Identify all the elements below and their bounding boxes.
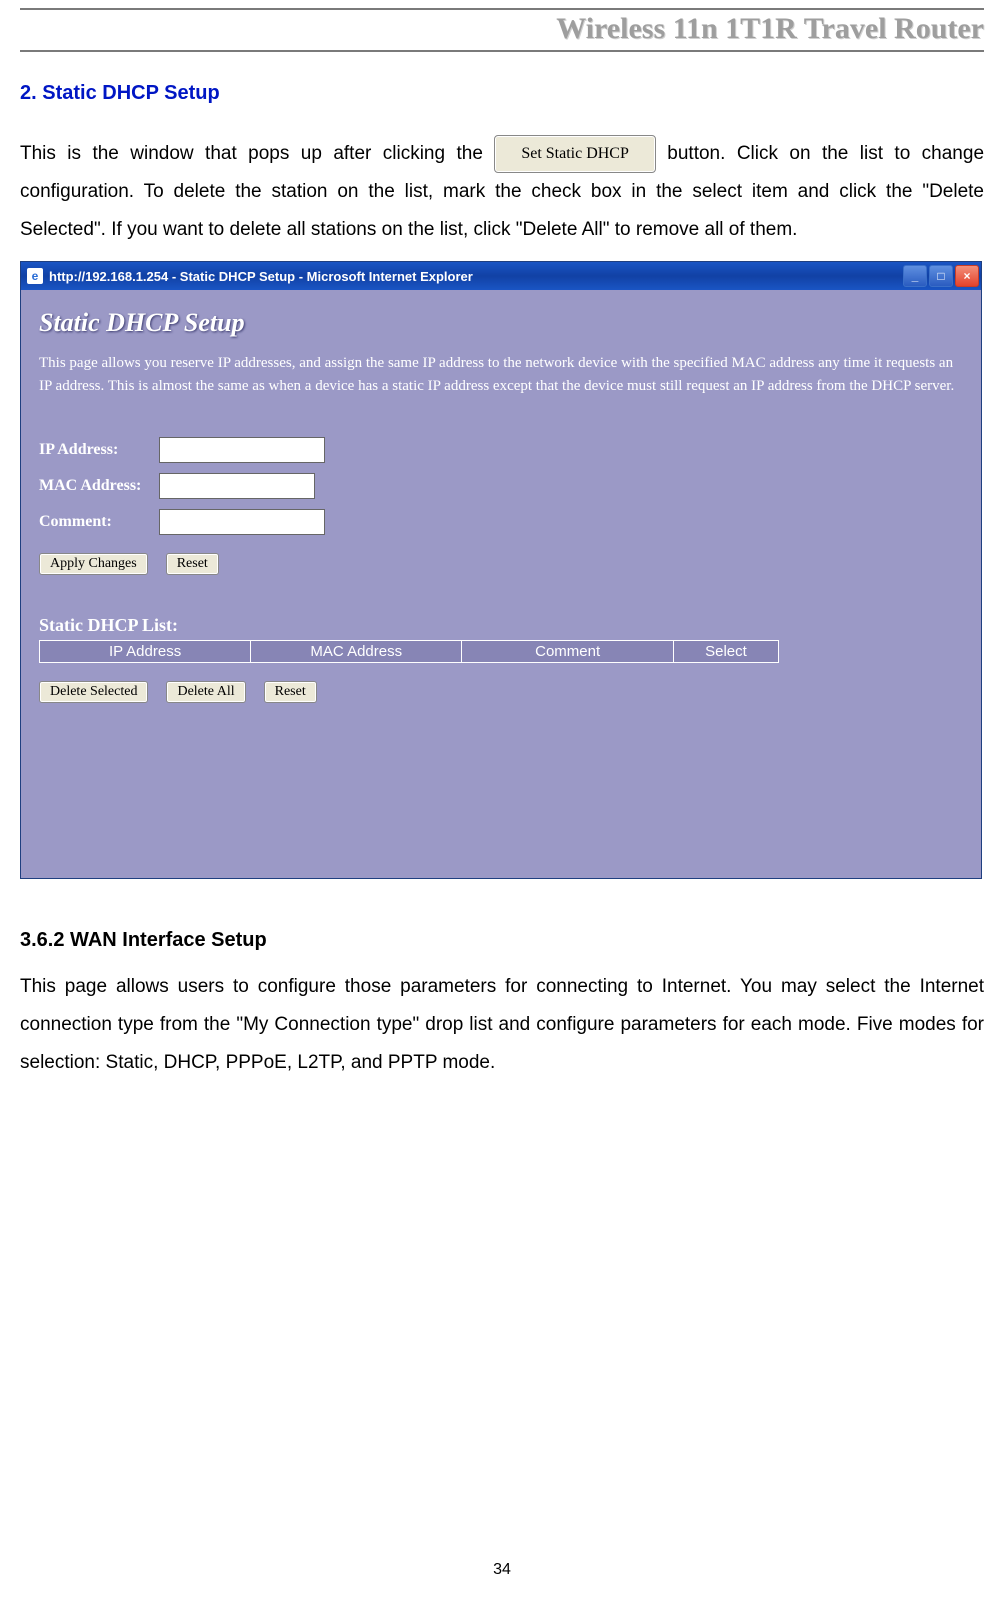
set-static-dhcp-button[interactable]: Set Static DHCP bbox=[494, 135, 656, 173]
static-dhcp-page-title: Static DHCP Setup bbox=[39, 308, 963, 338]
apply-changes-button[interactable]: Apply Changes bbox=[39, 553, 148, 575]
col-header-select: Select bbox=[673, 641, 778, 663]
ie-window: e http://192.168.1.254 - Static DHCP Set… bbox=[20, 261, 982, 879]
mac-address-label: MAC Address: bbox=[39, 477, 159, 495]
ie-titlebar-text: http://192.168.1.254 - Static DHCP Setup… bbox=[49, 269, 473, 284]
window-minimize-button[interactable]: _ bbox=[903, 265, 927, 287]
static-dhcp-list-title: Static DHCP List: bbox=[39, 615, 963, 636]
ie-titlebar: e http://192.168.1.254 - Static DHCP Set… bbox=[21, 262, 981, 290]
section2-paragraph: This page allows users to configure thos… bbox=[20, 968, 984, 1082]
col-header-ip: IP Address bbox=[40, 641, 251, 663]
para-pre-text: This is the window that pops up after cl… bbox=[20, 143, 494, 164]
reset-button-top[interactable]: Reset bbox=[166, 553, 219, 575]
comment-label: Comment: bbox=[39, 513, 159, 531]
section-heading-wan-interface: 3.6.2 WAN Interface Setup bbox=[20, 929, 984, 952]
window-maximize-button[interactable]: □ bbox=[929, 265, 953, 287]
page-number: 34 bbox=[0, 1561, 1004, 1579]
col-header-comment: Comment bbox=[462, 641, 674, 663]
reset-button-bottom[interactable]: Reset bbox=[264, 681, 317, 703]
static-dhcp-list-table: IP Address MAC Address Comment Select bbox=[39, 640, 779, 663]
section1-paragraph: This is the window that pops up after cl… bbox=[20, 135, 984, 249]
delete-all-button[interactable]: Delete All bbox=[166, 681, 245, 703]
mac-address-input[interactable] bbox=[159, 473, 315, 499]
ie-content-area: Static DHCP Setup This page allows you r… bbox=[21, 290, 981, 878]
ie-logo-icon: e bbox=[27, 268, 43, 284]
window-close-button[interactable]: × bbox=[955, 265, 979, 287]
ip-address-label: IP Address: bbox=[39, 441, 159, 459]
delete-selected-button[interactable]: Delete Selected bbox=[39, 681, 148, 703]
col-header-mac: MAC Address bbox=[251, 641, 462, 663]
static-dhcp-page-desc: This page allows you reserve IP addresse… bbox=[39, 352, 963, 397]
comment-input[interactable] bbox=[159, 509, 325, 535]
ip-address-input[interactable] bbox=[159, 437, 325, 463]
header-title: Wireless 11n 1T1R Travel Router bbox=[20, 12, 984, 46]
section-heading-static-dhcp: 2. Static DHCP Setup bbox=[20, 82, 984, 105]
